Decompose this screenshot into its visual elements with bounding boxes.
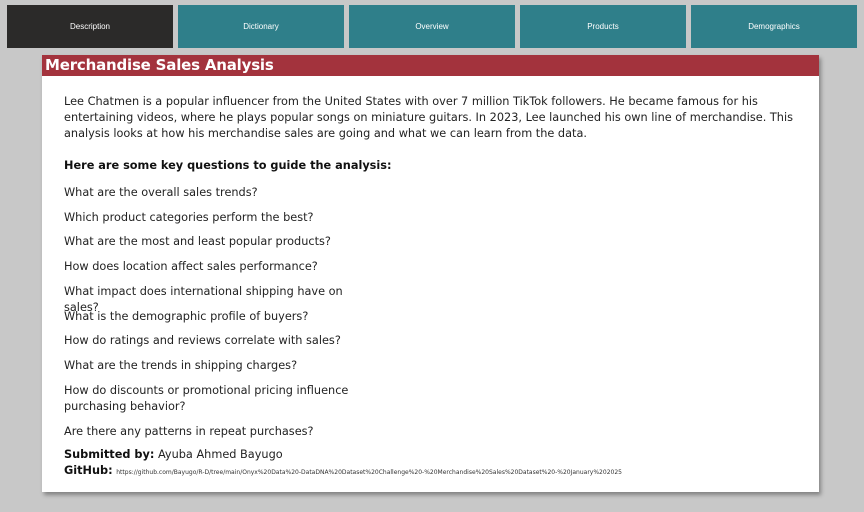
submitted-by-label: Submitted by:	[64, 448, 155, 461]
tab-overview[interactable]: Overview	[349, 5, 515, 48]
question-item: What are the most and least popular prod…	[64, 235, 331, 248]
page-navigation: Description Dictionary Overview Products…	[7, 5, 857, 48]
submitted-by: Submitted by: Ayuba Ahmed Bayugo	[64, 448, 283, 461]
intro-paragraph: Lee Chatmen is a popular influencer from…	[64, 95, 793, 140]
question-item: How does location affect sales performan…	[64, 260, 318, 273]
question-item: What are the overall sales trends?	[64, 186, 258, 199]
question-item: How do discounts or promotional pricing …	[64, 384, 349, 413]
question-item: How do ratings and reviews correlate wit…	[64, 334, 341, 347]
author-name: Ayuba Ahmed Bayugo	[157, 448, 283, 461]
github-line: GitHub: https://github.com/Bayugo/R-D/tr…	[64, 464, 814, 477]
github-link[interactable]: https://github.com/Bayugo/R-D/tree/main/…	[116, 469, 622, 476]
tab-description[interactable]: Description	[7, 5, 173, 48]
question-item: What are the trends in shipping charges?	[64, 359, 298, 372]
questions-heading: Here are some key questions to guide the…	[64, 159, 392, 172]
description-card: Merchandise Sales Analysis Lee Chatmen i…	[42, 55, 819, 492]
page-title: Merchandise Sales Analysis	[45, 56, 274, 74]
question-item: What is the demographic profile of buyer…	[64, 310, 309, 323]
tab-products[interactable]: Products	[520, 5, 686, 48]
tab-demographics[interactable]: Demographics	[691, 5, 857, 48]
tab-dictionary[interactable]: Dictionary	[178, 5, 344, 48]
github-label: GitHub:	[64, 464, 113, 477]
question-item: Are there any patterns in repeat purchas…	[64, 425, 314, 438]
title-bar: Merchandise Sales Analysis	[42, 55, 819, 76]
question-item: Which product categories perform the bes…	[64, 211, 314, 224]
